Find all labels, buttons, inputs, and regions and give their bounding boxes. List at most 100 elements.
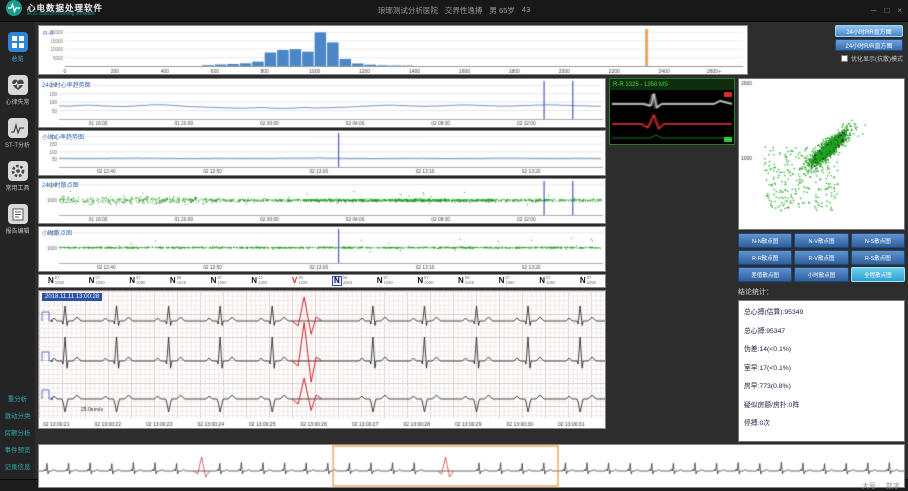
beat-label-10[interactable]: N581025 bbox=[458, 276, 474, 285]
close-button[interactable]: × bbox=[897, 6, 902, 15]
beat-letter: N bbox=[417, 277, 423, 285]
rhythm-strip-panel bbox=[38, 444, 905, 488]
beat-values: 571050 bbox=[546, 276, 555, 285]
beat-values: 571050 bbox=[587, 276, 596, 285]
beat-label-1[interactable]: N571050 bbox=[89, 276, 105, 285]
sidebar-item-label: ST-T分析 bbox=[5, 140, 30, 149]
beat-letter: N bbox=[499, 277, 505, 285]
beat-values: 581025 bbox=[177, 276, 186, 285]
beat-letter: N bbox=[170, 277, 176, 285]
hr-trend-hour-chart[interactable] bbox=[39, 131, 605, 175]
scatter-button-8[interactable]: 全程散点图 bbox=[851, 267, 905, 282]
stat-line-1: 总心搏:95347 bbox=[744, 325, 899, 335]
sidebar-item-label: 报告编辑 bbox=[5, 226, 30, 235]
beat-template-chart[interactable] bbox=[610, 90, 734, 144]
poincare-scatter-chart[interactable] bbox=[739, 79, 904, 229]
display-mode-label: 优化显示(抗散)模式 bbox=[851, 54, 903, 63]
beat-label-4[interactable]: N571050 bbox=[211, 276, 227, 285]
beat-values: 451325 bbox=[298, 276, 307, 285]
sidebar-footer-links: 重分析激动分类房颤分析事件预览记录信息 bbox=[5, 393, 31, 479]
beat-rr: 1025 bbox=[177, 281, 186, 286]
scatter-button-1[interactable]: N-V散点图 bbox=[794, 233, 848, 248]
ecg-waveform-chart[interactable] bbox=[39, 291, 605, 428]
scatter-button-7[interactable]: 小时散点图 bbox=[794, 267, 848, 282]
scatter-hour-title: 小时散点图 bbox=[42, 228, 72, 237]
rhythm-strip-chart[interactable] bbox=[39, 445, 904, 487]
patient-sex-age: 男 65岁 bbox=[489, 5, 514, 16]
beat-label-8[interactable]: N571050 bbox=[377, 276, 393, 285]
heart-icon bbox=[8, 75, 28, 95]
app-title-block: 心电数据处理软件 ECG data processing software bbox=[27, 4, 103, 18]
report-edit-icon bbox=[8, 204, 28, 224]
stat-line-5: 疑似房颤/房扑:0阵 bbox=[744, 399, 899, 409]
beat-values: 571050 bbox=[505, 276, 514, 285]
display-mode-row: 优化显示(抗散)模式 bbox=[841, 54, 903, 63]
beat-annotation-row: N571050N571050N571050N581025N571050N4413… bbox=[38, 274, 606, 288]
beat-rr: 1050 bbox=[95, 281, 104, 286]
stt-wave-icon bbox=[8, 118, 28, 138]
beat-label-0[interactable]: N571050 bbox=[48, 276, 64, 285]
sidebar-item-report[interactable]: 报告编辑 bbox=[5, 204, 30, 235]
sidebar-link-0[interactable]: 重分析 bbox=[5, 393, 31, 403]
stat-line-2: 伪差:14(<0.1%) bbox=[744, 343, 899, 353]
beat-label-7[interactable]: N561064 bbox=[332, 276, 352, 286]
sidebar-item-arrhythmia[interactable]: 心律失常 bbox=[5, 75, 30, 106]
sidebar-link-3[interactable]: 事件预览 bbox=[5, 444, 31, 454]
app-subtitle: ECG data processing software bbox=[27, 12, 103, 17]
grid-icon bbox=[8, 32, 28, 52]
sidebar-link-2[interactable]: 房颤分析 bbox=[5, 427, 31, 437]
scatter-button-5[interactable]: R-S散点图 bbox=[851, 250, 905, 265]
scatter-buttons-grid: N-N散点图N-V散点图N-S散点图 R-R散点图R-V散点图R-S散点图差值散点… bbox=[738, 233, 905, 282]
rr-histogram-panel bbox=[38, 25, 748, 75]
histogram-button-0[interactable]: 24小时RR直方图 bbox=[835, 25, 903, 37]
beat-rr: 1350 bbox=[258, 281, 267, 286]
display-mode-checkbox[interactable] bbox=[841, 55, 848, 62]
gear-icon bbox=[8, 161, 28, 181]
sidebar-item-tools[interactable]: 常用工具 bbox=[5, 161, 30, 192]
hospital-name: 琅琊测试分析医院 bbox=[378, 5, 438, 16]
scatter-24h-chart[interactable] bbox=[39, 179, 605, 223]
scatter-button-0[interactable]: N-N散点图 bbox=[738, 233, 792, 248]
beat-letter: N bbox=[211, 277, 217, 285]
sidebar-nav: 总览心律失常 ST-T分析常用工具报告编辑 bbox=[5, 32, 30, 247]
beat-label-11[interactable]: N571050 bbox=[499, 276, 515, 285]
beat-letter: N bbox=[377, 277, 383, 285]
beat-values: 571050 bbox=[95, 276, 104, 285]
sidebar-link-4[interactable]: 记录信息 bbox=[5, 461, 31, 471]
record-number: 43 bbox=[522, 5, 530, 16]
beat-label-2[interactable]: N571050 bbox=[129, 276, 145, 285]
beat-rr: 1064 bbox=[343, 281, 352, 286]
scatter-button-3[interactable]: R-R散点图 bbox=[738, 250, 792, 265]
beat-values: 571050 bbox=[217, 276, 226, 285]
scatter-24h-title: 24小时散点图 bbox=[42, 180, 79, 189]
beat-label-12[interactable]: N571050 bbox=[539, 276, 555, 285]
sidebar-item-overview[interactable]: 总览 bbox=[5, 32, 30, 63]
beat-rr: 1050 bbox=[546, 281, 555, 286]
minimize-button[interactable]: ─ bbox=[871, 6, 877, 15]
scatter-button-4[interactable]: R-V散点图 bbox=[794, 250, 848, 265]
scatter-button-6[interactable]: 差值散点图 bbox=[738, 267, 792, 282]
beat-label-3[interactable]: N581025 bbox=[170, 276, 186, 285]
rr-histogram-chart[interactable] bbox=[39, 26, 747, 74]
app-logo-icon bbox=[6, 0, 22, 21]
beat-label-9[interactable]: N571050 bbox=[417, 276, 433, 285]
status-item-0[interactable]: 大号 bbox=[862, 481, 876, 491]
scatter-button-2[interactable]: N-S散点图 bbox=[851, 233, 905, 248]
beat-label-5[interactable]: N441350 bbox=[251, 276, 267, 285]
beat-values: 561064 bbox=[343, 276, 352, 285]
maximize-button[interactable]: □ bbox=[884, 6, 889, 15]
hr-trend-24h-chart[interactable] bbox=[39, 79, 605, 127]
beat-rr: 1050 bbox=[505, 281, 514, 286]
sidebar-link-1[interactable]: 激动分类 bbox=[5, 410, 31, 420]
scatter-hour-chart[interactable] bbox=[39, 227, 605, 271]
scatter-24h-panel: 24小时散点图 bbox=[38, 178, 606, 224]
beat-label-13[interactable]: N571050 bbox=[580, 276, 596, 285]
sidebar-item-stt[interactable]: ST-T分析 bbox=[5, 118, 30, 149]
patient-info: 琅琊测试分析医院 交界性逸搏 男 65岁 43 bbox=[378, 5, 530, 16]
beat-label-6[interactable]: V451325 bbox=[292, 276, 308, 285]
beat-letter: N bbox=[332, 276, 342, 286]
scatter-hour-panel: 小时散点图 bbox=[38, 226, 606, 272]
histogram-button-1[interactable]: 24小时R/R直方图 bbox=[835, 39, 903, 51]
status-item-1[interactable]: 数字 bbox=[886, 481, 900, 491]
hr-trend-hour-panel: 小时心率趋势图 bbox=[38, 130, 606, 176]
